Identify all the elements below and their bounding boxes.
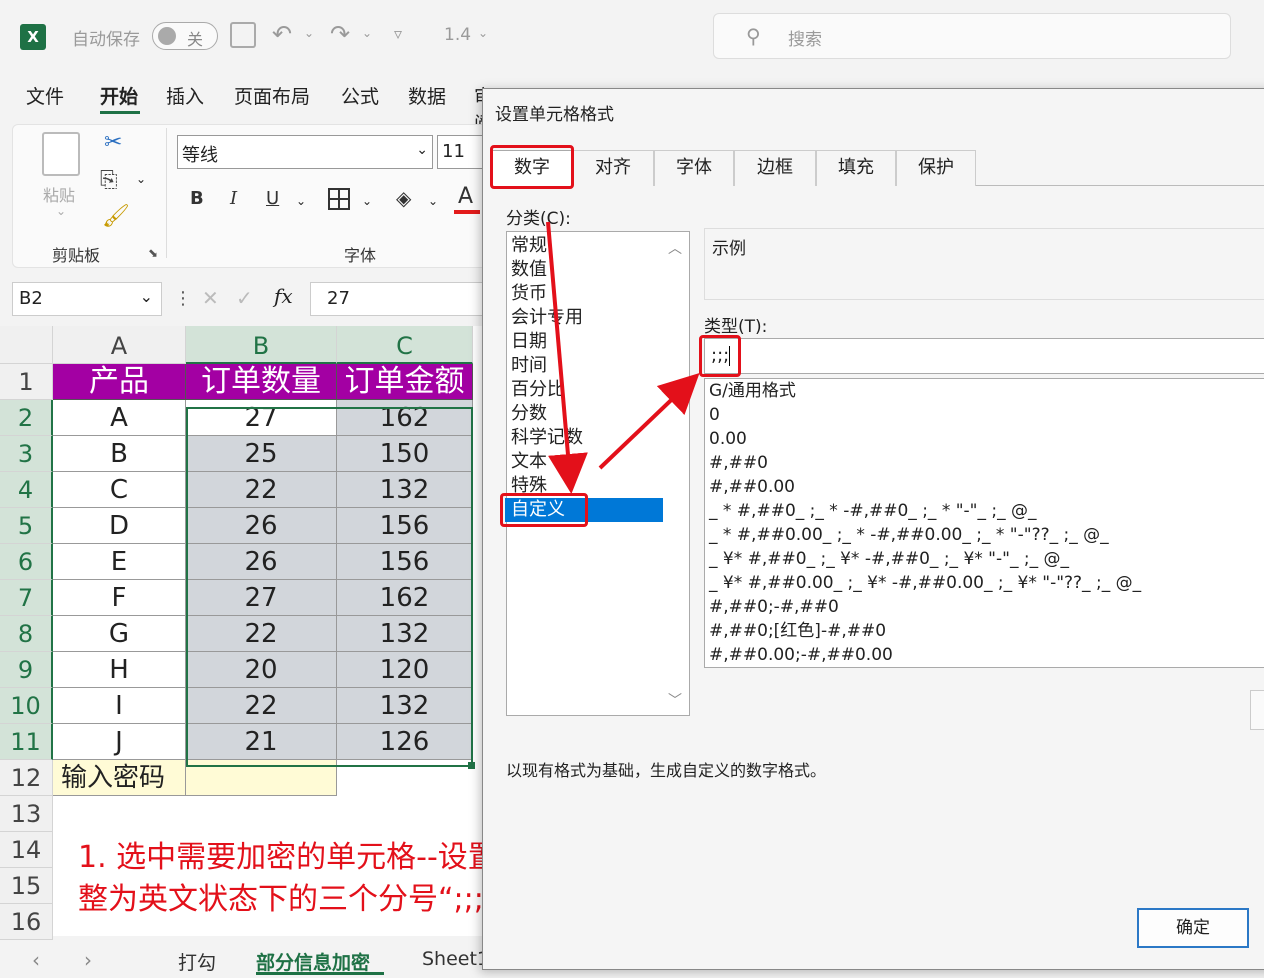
- arrow-to-type: [598, 372, 700, 470]
- arrow-to-custom: [546, 221, 588, 494]
- annotation-arrows: [546, 221, 700, 494]
